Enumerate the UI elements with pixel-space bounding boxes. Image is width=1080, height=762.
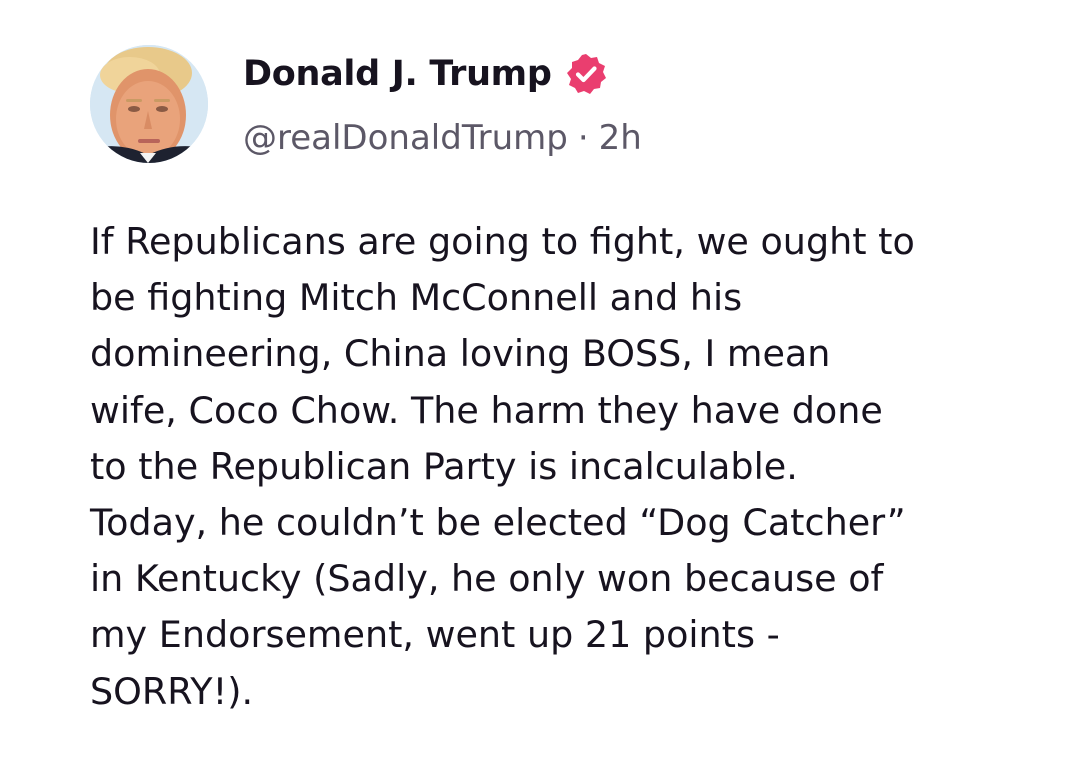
author-display-name[interactable]: Donald J. Trump — [243, 54, 552, 94]
author-avatar[interactable] — [90, 45, 208, 163]
author-name-row: Donald J. Trump — [243, 50, 608, 98]
post-meta: @realDonaldTrump · 2h — [243, 114, 642, 162]
meta-separator: · — [577, 118, 589, 158]
post-body-text: If Republicans are going to fight, we ou… — [90, 220, 915, 713]
post-timestamp[interactable]: 2h — [599, 118, 642, 158]
author-handle[interactable]: @realDonaldTrump — [243, 118, 568, 158]
post-card: Donald J. Trump @realDonaldTrump · 2h If… — [0, 0, 1080, 762]
avatar-photo — [90, 45, 208, 163]
verified-badge-icon — [564, 52, 608, 96]
